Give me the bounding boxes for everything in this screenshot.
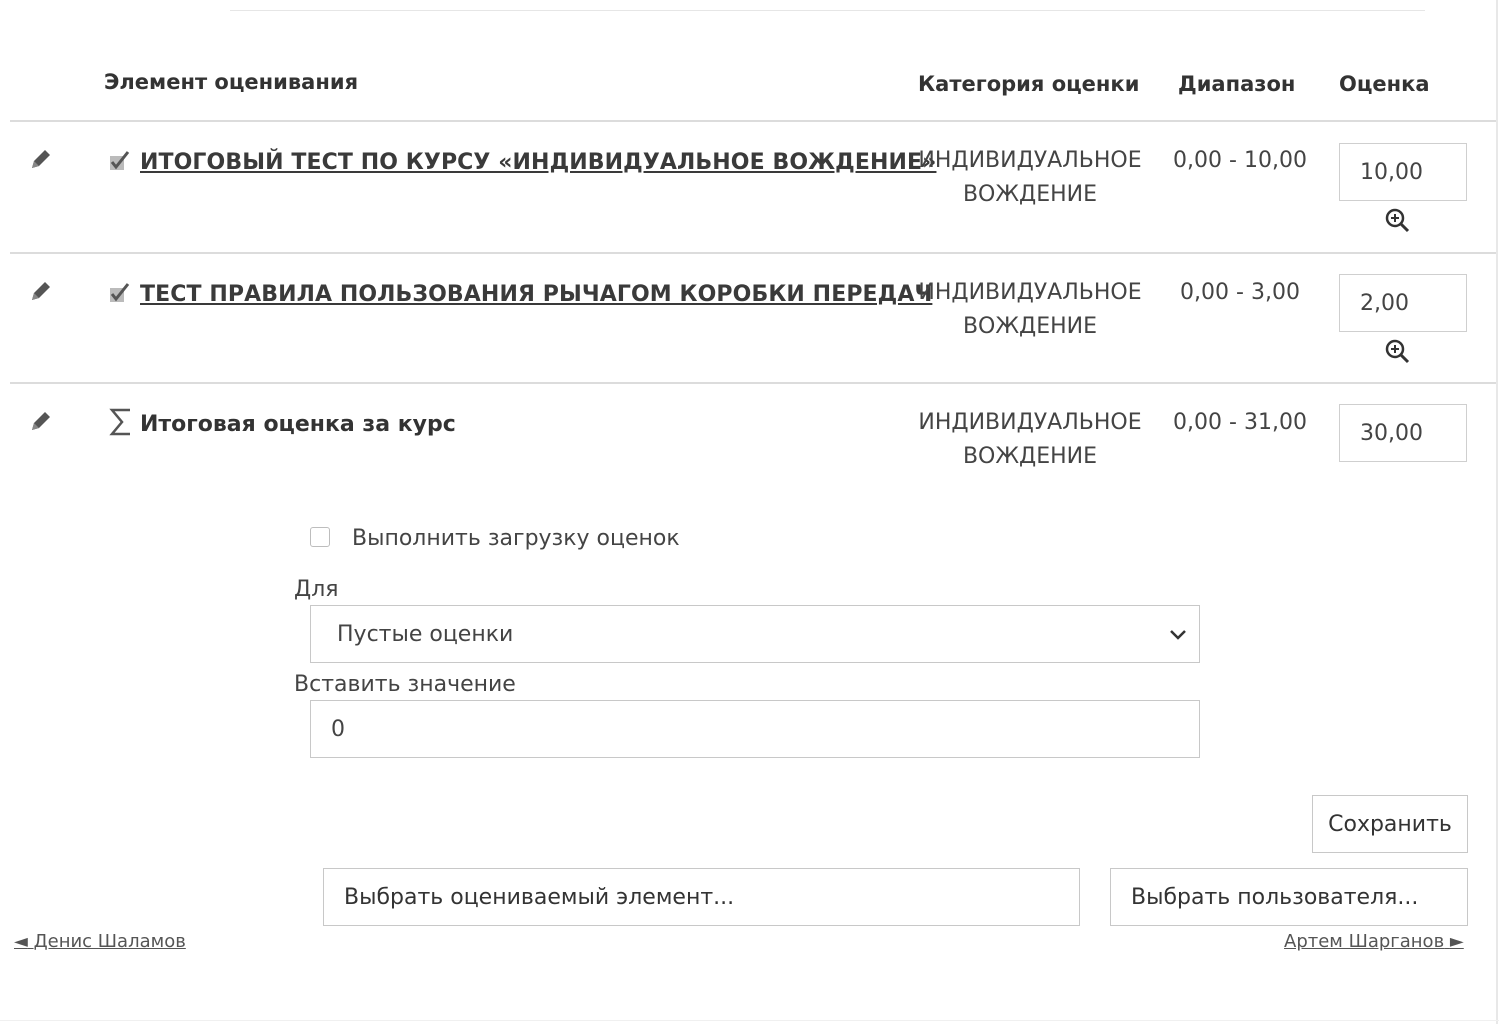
zoom-in-icon	[1385, 339, 1410, 364]
insert-value-label: Вставить значение	[294, 672, 516, 697]
for-label: Для	[294, 577, 339, 602]
range-cell-3: 0,00 - 31,00	[1173, 410, 1307, 435]
grade-input-1[interactable]	[1339, 143, 1467, 201]
pencil-icon	[32, 150, 50, 168]
select-user-button[interactable]: Выбрать пользователя...	[1110, 868, 1468, 926]
for-select[interactable]: Пустые оценки	[310, 605, 1200, 663]
for-select-value: Пустые оценки	[337, 622, 514, 647]
row-divider	[10, 382, 1496, 384]
zoom-row-1-button[interactable]	[1383, 206, 1411, 238]
top-divider	[230, 10, 1425, 11]
save-button[interactable]: Сохранить	[1312, 795, 1468, 853]
next-user-link[interactable]: Артем Шарганов ►	[1284, 931, 1464, 952]
header-item: Элемент оценивания	[104, 70, 359, 94]
header-range: Диапазон	[1178, 72, 1296, 96]
grade-item-link-2[interactable]: ТЕСТ ПРАВИЛА ПОЛЬЗОВАНИЯ РЫЧАГОМ КОРОБКИ…	[140, 282, 932, 307]
zoom-row-2-button[interactable]	[1383, 337, 1411, 369]
grade-input-3[interactable]	[1339, 404, 1467, 462]
edit-row-2-button[interactable]	[28, 278, 54, 308]
next-user-name: Артем Шарганов	[1284, 931, 1445, 952]
category-cell-1: ИНДИВИДУАЛЬНОЕ ВОЖДЕНИЕ	[918, 148, 1142, 207]
bottom-divider	[0, 1020, 1499, 1021]
bulk-insert-checkbox[interactable]	[310, 527, 330, 547]
quiz-icon	[106, 280, 132, 310]
grade-item-link-1[interactable]: ИТОГОВЫЙ ТЕСТ ПО КУРСУ «ИНДИВИДУАЛЬНОЕ В…	[140, 150, 936, 175]
pencil-icon	[32, 282, 50, 300]
right-border	[1496, 0, 1498, 1024]
pencil-icon	[32, 412, 50, 430]
grade-item-course-total: Итоговая оценка за курс	[140, 412, 456, 437]
prev-user-name: Денис Шаламов	[33, 931, 186, 952]
zoom-in-icon	[1385, 208, 1410, 233]
grade-input-2[interactable]	[1339, 274, 1467, 332]
chevron-down-icon	[1170, 630, 1186, 640]
arrow-right-icon: ►	[1449, 931, 1464, 952]
arrow-left-icon: ◄	[14, 931, 28, 952]
edit-row-3-button[interactable]	[28, 408, 54, 438]
row-divider	[10, 252, 1496, 254]
edit-row-1-button[interactable]	[28, 146, 54, 176]
header-category: Категория оценки	[918, 72, 1140, 96]
quiz-icon	[106, 148, 132, 178]
category-cell-2: ИНДИВИДУАЛЬНОЕ ВОЖДЕНИЕ	[918, 280, 1142, 339]
bulk-insert-label: Выполнить загрузку оценок	[352, 526, 680, 551]
header-grade: Оценка	[1339, 72, 1430, 96]
header-divider	[10, 120, 1496, 122]
prev-user-link[interactable]: ◄ Денис Шаламов	[14, 931, 186, 952]
select-grade-item-button[interactable]: Выбрать оцениваемый элемент...	[323, 868, 1080, 926]
category-cell-3: ИНДИВИДУАЛЬНОЕ ВОЖДЕНИЕ	[918, 410, 1142, 469]
range-cell-2: 0,00 - 3,00	[1180, 280, 1300, 305]
range-cell-1: 0,00 - 10,00	[1173, 148, 1307, 173]
sigma-icon	[108, 406, 134, 442]
insert-value-input[interactable]	[310, 700, 1200, 758]
